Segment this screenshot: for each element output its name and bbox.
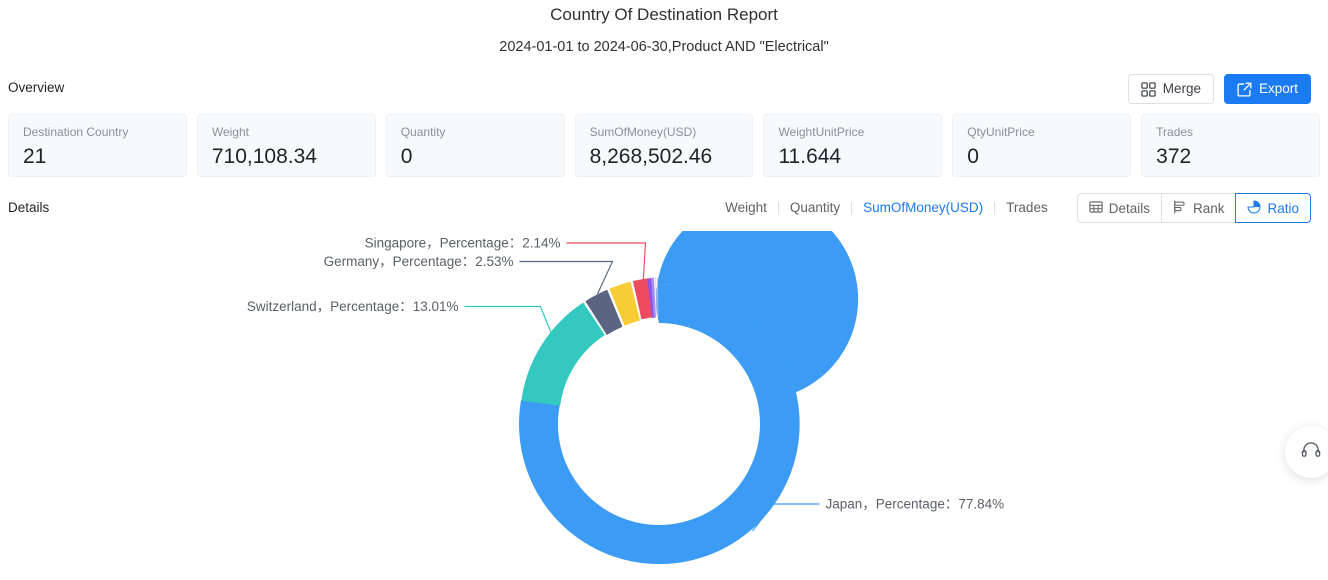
stat-card-value: 0	[967, 145, 979, 168]
view-mode-ratio-label: Ratio	[1267, 200, 1299, 216]
label-switzerland: Switzerland，Percentage：13.01%	[247, 299, 459, 314]
label-japan: Japan，Percentage：77.84%	[826, 497, 1005, 512]
page-subtitle: 2024-01-01 to 2024-06-30,Product AND "El…	[499, 39, 829, 55]
external-link-icon	[1237, 82, 1252, 97]
stat-card-label: WeightUnitPrice	[778, 125, 865, 139]
report-page: Country Of Destination Report 2024-01-01…	[0, 0, 1328, 580]
stat-card-label: QtyUnitPrice	[967, 125, 1035, 139]
overview-toolbar: Merge Export	[1127, 74, 1311, 104]
details-controls: Weight Quantity SumOfMoney(USD) Trades D…	[714, 193, 1311, 223]
stat-card-value: 710,108.34	[211, 145, 317, 168]
stat-card: QtyUnitPrice 0	[952, 114, 1132, 177]
details-section-bar: Details Weight Quantity SumOfMoney(USD) …	[0, 193, 1328, 229]
metric-link-weight[interactable]: Weight	[714, 198, 778, 218]
bar-chart-icon	[1173, 199, 1187, 217]
overview-cards: Destination Country 21 Weight 710,108.34…	[0, 114, 1328, 177]
overview-title: Overview	[8, 80, 65, 95]
stat-card-value: 0	[400, 145, 413, 168]
metric-link-trades[interactable]: Trades	[995, 198, 1059, 218]
stat-card-value: 8,268,502.46	[589, 145, 713, 168]
stat-card-value: 21	[23, 145, 47, 168]
label-germany: Germany，Percentage：2.53%	[324, 254, 514, 269]
stat-card-label: SumOfMoney(USD)	[589, 125, 697, 139]
merge-grid-icon	[1141, 81, 1156, 97]
stat-card: Weight 710,108.34	[196, 114, 376, 177]
metric-link-quantity[interactable]: Quantity	[779, 198, 851, 218]
stat-card-value: 372	[1156, 145, 1192, 168]
donut-slices	[519, 231, 859, 564]
view-mode-group: Details Rank Ratio	[1076, 193, 1311, 223]
stat-card-label: Trades	[1156, 125, 1194, 139]
donut-chart-svg: Singapore，Percentage：2.14% Germany，Perce…	[247, 231, 1005, 564]
stat-card-label: Weight	[211, 125, 249, 139]
stat-card-label: Destination Country	[23, 125, 129, 139]
stat-card: SumOfMoney(USD) 8,268,502.46	[574, 114, 754, 177]
ratio-chart: Singapore，Percentage：2.14% Germany，Perce…	[0, 231, 1328, 573]
leader-line-germany	[519, 260, 614, 295]
view-mode-ratio[interactable]: Ratio	[1235, 193, 1311, 223]
overview-section-bar: Overview Merge Export	[0, 74, 1328, 112]
stat-card-value: 11.644	[778, 145, 842, 168]
export-button[interactable]: Export	[1223, 74, 1311, 104]
view-mode-details[interactable]: Details	[1076, 193, 1161, 223]
view-mode-rank-label: Rank	[1192, 200, 1225, 216]
merge-button-label: Merge	[1162, 81, 1201, 97]
merge-button[interactable]: Merge	[1127, 74, 1214, 104]
support-fab[interactable]	[1285, 426, 1328, 478]
pie-chart-icon	[1247, 200, 1261, 217]
metric-link-sumofmoney[interactable]: SumOfMoney(USD)	[852, 198, 994, 218]
label-singapore: Singapore，Percentage：2.14%	[365, 236, 561, 251]
page-title: Country Of Destination Report	[550, 5, 778, 24]
details-title: Details	[8, 200, 50, 215]
stat-card: WeightUnitPrice 11.644	[763, 114, 943, 177]
view-mode-details-label: Details	[1108, 200, 1150, 216]
donut-hole	[558, 323, 760, 525]
headset-icon	[1300, 439, 1322, 466]
view-mode-rank[interactable]: Rank	[1160, 193, 1236, 223]
table-icon	[1089, 200, 1103, 217]
stat-card-label: Quantity	[400, 125, 446, 139]
leader-line-switzerland	[464, 305, 557, 346]
stat-card: Quantity 0	[385, 114, 565, 177]
stat-card: Trades 372	[1141, 114, 1321, 177]
export-button-label: Export	[1258, 81, 1298, 97]
stat-card: Destination Country 21	[8, 114, 187, 177]
metric-switcher: Weight Quantity SumOfMoney(USD) Trades	[714, 198, 1059, 218]
